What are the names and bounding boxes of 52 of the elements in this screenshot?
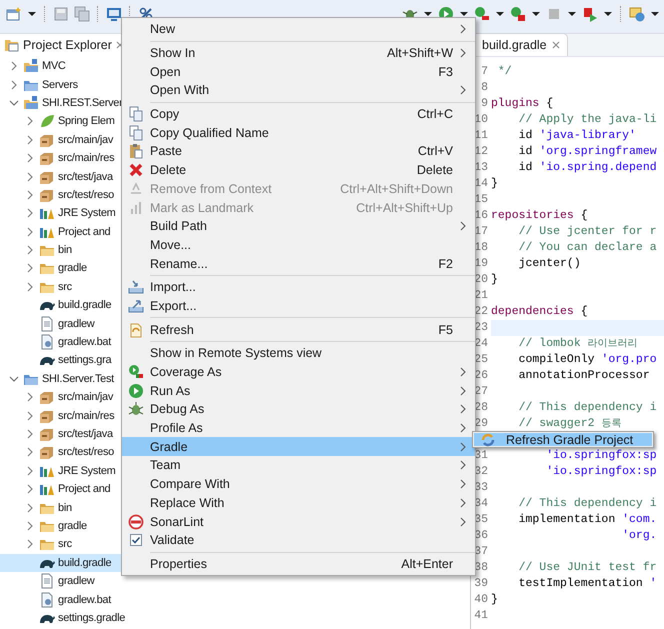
code-line: // You can declare a [518,240,658,256]
shortcut-label: Alt+Shift+W [387,46,453,60]
line-number: 7 [480,64,489,80]
shortcut-label: Ctrl+C [417,107,453,122]
line-number: 39 [473,576,489,592]
shortcut-label: Ctrl+Alt+Shift+Down [340,182,453,196]
code-line: */ [496,64,513,80]
line-number: 12 [473,144,489,160]
shortcut-label: Alt+Enter [401,556,453,571]
code-line: // This dependency i [518,496,658,512]
code-line: } [491,176,499,192]
shortcut-label: Ctrl+Alt+Shift+Up [356,200,453,215]
shortcut-label: F3 [438,64,453,79]
code-line: id 'java-library' [518,128,637,144]
line-number: 18 [473,240,489,256]
code-line: testImplementation ' [518,576,658,592]
line-number: 19 [473,256,489,272]
code-line: annotationProcessor [518,368,651,384]
code-line: // swagger2 등록 [518,416,622,432]
line-number: 14 [473,176,489,192]
shortcut-label: F5 [438,322,453,337]
view-title: Project Explorer [23,38,112,52]
code-line: implementation 'com. [518,512,658,528]
line-number: 41 [473,608,489,624]
line-number: 9 [480,96,489,112]
editor-tab-title: build.gradle [482,38,547,52]
code-line: dependencies { [491,304,589,320]
shortcut-label: F2 [438,256,453,271]
line-number: 15 [473,192,489,208]
code-line: 'io.springfox:sp [545,448,658,464]
code-line: 'io.springfox:sp [545,464,658,480]
code-line: jcenter() [518,256,582,272]
code-line: // lombok 라이브러리 [518,336,639,352]
shortcut-label: Delete [416,163,453,178]
shortcut-label: Ctrl+V [418,144,453,158]
line-number: 16 [473,208,489,224]
code-line: // Use JUnit test fr [518,560,658,576]
code-line: // Apply the java-li [518,112,658,128]
code-line: repositories { [491,208,589,224]
line-number: 10 [473,112,489,128]
code-line: id 'org.springframew [518,144,658,160]
code-line: // Use jcenter for r [518,224,658,240]
line-number: 40 [473,592,489,608]
code-line: plugins { [491,96,554,112]
code-line: } [491,592,499,608]
code-line: id 'io.spring.depend [518,160,658,176]
line-number: 13 [473,160,489,176]
code-line: compileOnly 'org.pro [518,352,658,368]
code-line: // This dependency i [518,400,658,416]
code-line: 'org. [621,528,658,544]
line-number: 8 [480,80,489,96]
code-line: } [491,272,499,288]
